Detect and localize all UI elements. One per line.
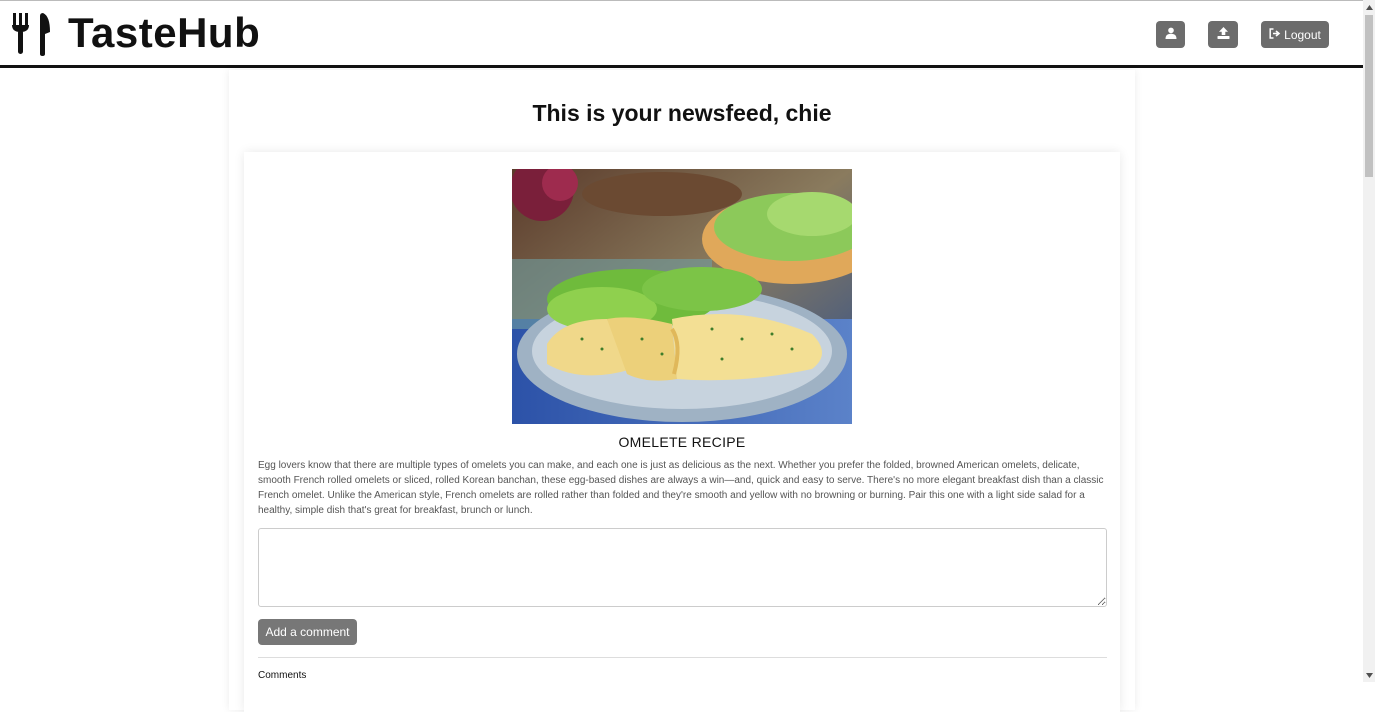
comment-input[interactable] xyxy=(258,528,1107,607)
add-comment-button[interactable]: Add a comment xyxy=(258,619,357,645)
divider xyxy=(258,657,1107,658)
top-navbar: TasteHub Logout xyxy=(0,0,1363,68)
fork-knife-icon xyxy=(10,10,54,56)
brand[interactable]: TasteHub xyxy=(10,9,260,57)
upload-icon xyxy=(1217,27,1230,42)
newsfeed-container: This is your newsfeed, chie OMELETE RECI… xyxy=(229,70,1135,712)
brand-name: TasteHub xyxy=(68,9,261,56)
scroll-down-arrow-icon[interactable] xyxy=(1363,668,1375,682)
profile-button[interactable] xyxy=(1156,21,1185,48)
upload-button[interactable] xyxy=(1208,21,1238,48)
scroll-up-arrow-icon[interactable] xyxy=(1363,0,1375,14)
scroll-thumb[interactable] xyxy=(1365,15,1373,177)
logout-label: Logout xyxy=(1284,27,1321,42)
recipe-image xyxy=(512,169,852,424)
page-title: This is your newsfeed, chie xyxy=(532,100,832,126)
logout-button[interactable]: Logout xyxy=(1261,21,1329,48)
recipe-title: OMELETE RECIPE xyxy=(618,434,746,450)
comments-heading: Comments xyxy=(258,670,307,681)
post-card: OMELETE RECIPE Egg lovers know that ther… xyxy=(244,152,1120,712)
sign-out-icon xyxy=(1269,27,1284,42)
page-scrollbar[interactable] xyxy=(1363,0,1375,682)
recipe-description: Egg lovers know that there are multiple … xyxy=(258,460,1104,516)
user-icon xyxy=(1165,27,1177,42)
